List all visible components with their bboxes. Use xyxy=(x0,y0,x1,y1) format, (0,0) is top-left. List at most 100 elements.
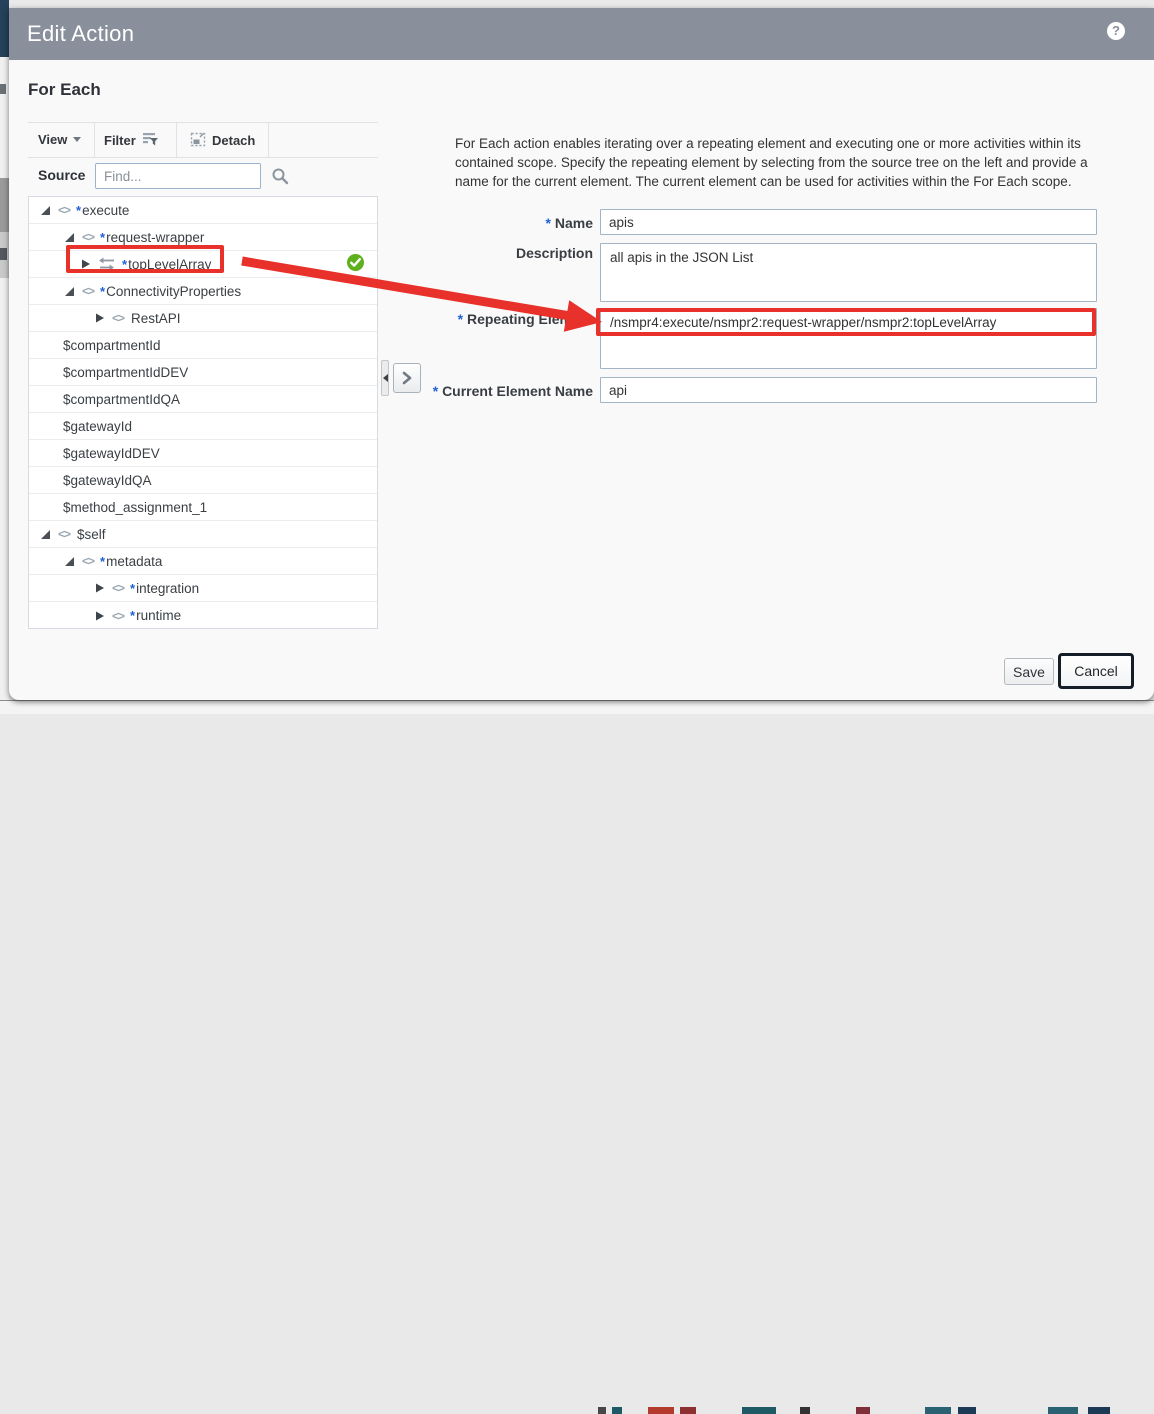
expand-icon[interactable] xyxy=(93,582,107,594)
move-to-field-button[interactable] xyxy=(393,363,421,393)
tree-row[interactable]: $compartmentIdDEV xyxy=(29,359,377,386)
collapse-icon[interactable] xyxy=(63,555,77,567)
chevron-right-icon xyxy=(401,371,413,385)
filter-button-label: Filter xyxy=(104,133,136,148)
tree-node-label[interactable]: integration xyxy=(136,581,199,596)
tree-node-label[interactable]: $gatewayIdQA xyxy=(63,473,152,488)
find-input[interactable] xyxy=(95,163,261,189)
background-diagram-fragment xyxy=(742,1407,776,1414)
dialog-title: Edit Action xyxy=(27,21,134,47)
background-diagram-fragment xyxy=(648,1407,674,1414)
description-line: For Each action enables iterating over a… xyxy=(455,134,1117,153)
toolbar-separator xyxy=(94,123,95,157)
dialog-header xyxy=(9,8,1154,60)
collapse-icon[interactable] xyxy=(39,528,53,540)
tree-row[interactable]: <> * metadata xyxy=(29,548,377,575)
description-textarea[interactable]: all apis in the JSON List xyxy=(600,243,1097,302)
toolbar-top-border xyxy=(28,122,378,123)
tree-node-label[interactable]: $self xyxy=(77,527,106,542)
element-node-icon: <> xyxy=(82,230,94,244)
cancel-button[interactable]: Cancel xyxy=(1058,653,1134,689)
required-marker: * xyxy=(546,215,551,231)
tree-row[interactable]: <> $self xyxy=(29,521,377,548)
filter-button[interactable]: Filter xyxy=(104,131,159,150)
tree-node-label[interactable]: request-wrapper xyxy=(106,230,204,245)
background-text-fragment xyxy=(0,248,7,260)
element-node-icon: <> xyxy=(58,203,70,217)
required-marker: * xyxy=(100,284,105,299)
tree-node-label[interactable]: $compartmentId xyxy=(63,338,161,353)
background-diagram-fragment xyxy=(800,1407,810,1414)
tree-node-label[interactable]: $compartmentIdDEV xyxy=(63,365,188,380)
tree-row[interactable]: $gatewayIdDEV xyxy=(29,440,377,467)
toolbar-separator xyxy=(176,123,177,157)
current-element-name-label: * Current Element Name xyxy=(428,383,593,399)
action-type-heading: For Each xyxy=(28,80,101,100)
background-gray-block xyxy=(0,178,9,232)
selected-check-icon xyxy=(347,254,364,276)
background-diagram-fragment xyxy=(1088,1407,1110,1414)
save-button[interactable]: Save xyxy=(1004,658,1054,685)
search-icon[interactable] xyxy=(271,167,289,190)
view-menu-button[interactable]: View xyxy=(38,132,81,147)
tree-row[interactable]: $gatewayIdQA xyxy=(29,467,377,494)
background-page-left-edge xyxy=(0,0,9,714)
toolbar-bottom-border xyxy=(28,157,378,158)
tree-node-label[interactable]: $compartmentIdQA xyxy=(63,392,180,407)
tree-row[interactable]: $gatewayId xyxy=(29,413,377,440)
required-marker: * xyxy=(130,581,135,596)
chevron-down-icon xyxy=(73,137,81,142)
tree-row[interactable]: <> * ConnectivityProperties xyxy=(29,278,377,305)
tree-row-selected-repeating-element[interactable]: * topLevelArray xyxy=(29,251,377,278)
tree-node-label[interactable]: execute xyxy=(82,203,129,218)
required-marker: * xyxy=(76,203,81,218)
tree-row[interactable]: $compartmentId xyxy=(29,332,377,359)
tree-node-label[interactable]: metadata xyxy=(106,554,162,569)
tree-row[interactable]: <> * runtime xyxy=(29,602,377,629)
tree-row[interactable]: <> * execute xyxy=(29,197,377,224)
tree-node-label[interactable]: ConnectivityProperties xyxy=(106,284,241,299)
tree-row[interactable]: $compartmentIdQA xyxy=(29,386,377,413)
detach-button[interactable]: Detach xyxy=(190,131,255,150)
tree-node-label[interactable]: $gatewayId xyxy=(63,419,132,434)
background-diagram-fragment xyxy=(598,1407,606,1414)
element-node-icon: <> xyxy=(112,581,124,595)
element-node-icon: <> xyxy=(112,311,124,325)
panel-collapse-handle[interactable] xyxy=(381,360,389,396)
help-icon[interactable]: ? xyxy=(1107,22,1125,40)
tree-node-label[interactable]: $gatewayIdDEV xyxy=(63,446,160,461)
repeating-element-textarea[interactable]: /nsmpr4:execute/nsmpr2:request-wrapper/n… xyxy=(600,308,1097,369)
expand-icon[interactable] xyxy=(93,312,107,324)
tree-row[interactable]: <> * integration xyxy=(29,575,377,602)
source-panel-label: Source xyxy=(38,167,85,183)
required-marker: * xyxy=(130,608,135,623)
name-label: * Name xyxy=(428,215,593,231)
current-element-name-input[interactable] xyxy=(600,377,1097,403)
tree-node-label[interactable]: runtime xyxy=(136,608,181,623)
element-node-icon: <> xyxy=(82,284,94,298)
background-diagram-fragment xyxy=(680,1407,696,1414)
tree-node-label[interactable]: topLevelArray xyxy=(128,257,211,272)
name-input[interactable] xyxy=(600,209,1097,235)
required-marker: * xyxy=(100,230,105,245)
required-marker: * xyxy=(122,257,127,272)
source-tree: <> * execute <> * request-wrapper * topL… xyxy=(28,196,378,629)
expand-icon[interactable] xyxy=(93,610,107,622)
tree-node-label[interactable]: $method_assignment_1 xyxy=(63,500,207,515)
collapse-icon[interactable] xyxy=(63,231,77,243)
detach-icon xyxy=(190,131,206,150)
detach-button-label: Detach xyxy=(212,133,255,148)
for-each-description: For Each action enables iterating over a… xyxy=(455,134,1117,191)
collapse-icon[interactable] xyxy=(39,204,53,216)
tree-row[interactable]: $method_assignment_1 xyxy=(29,494,377,521)
expand-icon[interactable] xyxy=(79,258,93,270)
collapse-icon[interactable] xyxy=(63,285,77,297)
background-diagram-fragment xyxy=(958,1407,976,1414)
tree-row[interactable]: <> RestAPI xyxy=(29,305,377,332)
toolbar-separator xyxy=(268,123,269,157)
tree-node-label[interactable]: RestAPI xyxy=(131,311,181,326)
background-navy-block xyxy=(0,0,9,57)
element-node-icon: <> xyxy=(112,609,124,623)
tree-row[interactable]: <> * request-wrapper xyxy=(29,224,377,251)
required-marker: * xyxy=(100,554,105,569)
